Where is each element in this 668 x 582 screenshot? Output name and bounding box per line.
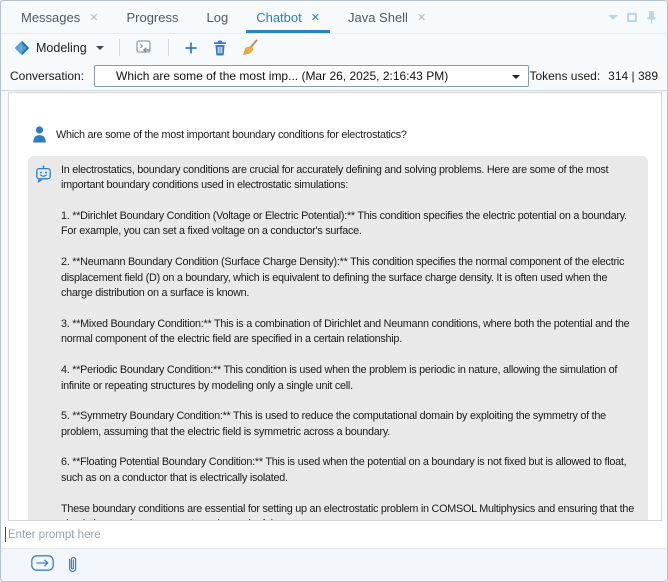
tokens-used-label: Tokens used: [529, 69, 600, 83]
modeling-label: Modeling [36, 41, 87, 55]
user-message: Which are some of the most important bou… [32, 126, 647, 144]
conversation-select[interactable]: Which are some of the most imp... (Mar 2… [94, 65, 529, 87]
toolbar-separator [119, 39, 120, 56]
new-conversation-icon [184, 41, 198, 55]
user-message-text: Which are some of the most important bou… [56, 126, 407, 144]
toolbar-separator [168, 39, 169, 56]
conversation-selected-value: Which are some of the most imp... (Mar 2… [116, 69, 448, 83]
clear-conversation-button[interactable] [239, 37, 261, 58]
tab-label: Log [207, 10, 229, 25]
bot-paragraph: 5. **Symmetry Boundary Condition:** This… [61, 409, 636, 440]
minimize-dropdown-icon[interactable] [608, 15, 618, 20]
add-to-code-button[interactable] [132, 38, 156, 58]
conversation-bar: Conversation: Which are some of the most… [1, 61, 667, 91]
pin-icon[interactable] [646, 10, 657, 24]
attach-file-button[interactable] [66, 555, 79, 574]
close-icon[interactable]: ✕ [89, 11, 98, 24]
bot-paragraph: 3. **Mixed Boundary Condition:** This is… [61, 317, 636, 348]
tab-messages[interactable]: Messages ✕ [7, 1, 112, 33]
delete-conversation-button[interactable] [210, 38, 230, 58]
chatbot-panel-window: Messages ✕ Progress Log Chatbot ✕ Java S… [0, 0, 668, 582]
bot-message: In electrostatics, boundary conditions a… [28, 156, 648, 521]
paperclip-icon [66, 555, 79, 574]
bot-paragraph: 4. **Periodic Boundary Condition:** This… [61, 363, 636, 394]
tab-chatbot[interactable]: Chatbot ✕ [242, 1, 334, 33]
chatbot-icon [34, 165, 53, 184]
tab-label: Progress [126, 10, 178, 25]
tab-label: Chatbot [256, 10, 302, 25]
close-icon[interactable]: ✕ [311, 11, 320, 24]
tokens-used-value: 314 | 389 [608, 69, 658, 83]
chevron-down-icon [96, 46, 104, 50]
add-to-code-icon [135, 40, 153, 56]
bot-message-text: In electrostatics, boundary conditions a… [61, 163, 636, 521]
tokens-used: Tokens used: 314 | 389 [529, 69, 658, 83]
delete-icon [213, 40, 227, 56]
bot-paragraph: 1. **Dirichlet Boundary Condition (Volta… [61, 209, 636, 240]
bot-paragraph: 2. **Neumann Boundary Condition (Surface… [61, 255, 636, 302]
chat-transcript: Which are some of the most important bou… [8, 92, 662, 521]
maximize-icon[interactable] [627, 13, 637, 22]
new-conversation-button[interactable] [181, 39, 201, 57]
tab-progress[interactable]: Progress [112, 1, 192, 33]
clear-icon [242, 39, 258, 56]
send-button[interactable] [31, 555, 54, 571]
chatbot-toolbar: Modeling [1, 34, 667, 61]
bot-paragraph: In electrostatics, boundary conditions a… [61, 163, 636, 194]
window-controls [608, 1, 667, 33]
chevron-down-icon [512, 75, 520, 79]
modeling-mode-button[interactable]: Modeling [11, 38, 107, 58]
prompt-action-bar [1, 548, 667, 581]
tab-bar: Messages ✕ Progress Log Chatbot ✕ Java S… [1, 1, 667, 34]
tab-java-shell[interactable]: Java Shell ✕ [334, 1, 440, 33]
prompt-row [1, 521, 667, 548]
tab-label: Messages [21, 10, 80, 25]
conversation-label: Conversation: [10, 69, 84, 83]
bot-paragraph: These boundary conditions are essential … [61, 502, 636, 522]
send-icon [31, 555, 54, 571]
bot-paragraph: 6. **Floating Potential Boundary Conditi… [61, 455, 636, 486]
tab-log[interactable]: Log [193, 1, 243, 33]
tab-label: Java Shell [348, 10, 408, 25]
prompt-input[interactable] [6, 521, 667, 548]
user-icon [32, 126, 47, 143]
close-icon[interactable]: ✕ [417, 11, 426, 24]
modeling-diamond-icon [14, 40, 30, 56]
